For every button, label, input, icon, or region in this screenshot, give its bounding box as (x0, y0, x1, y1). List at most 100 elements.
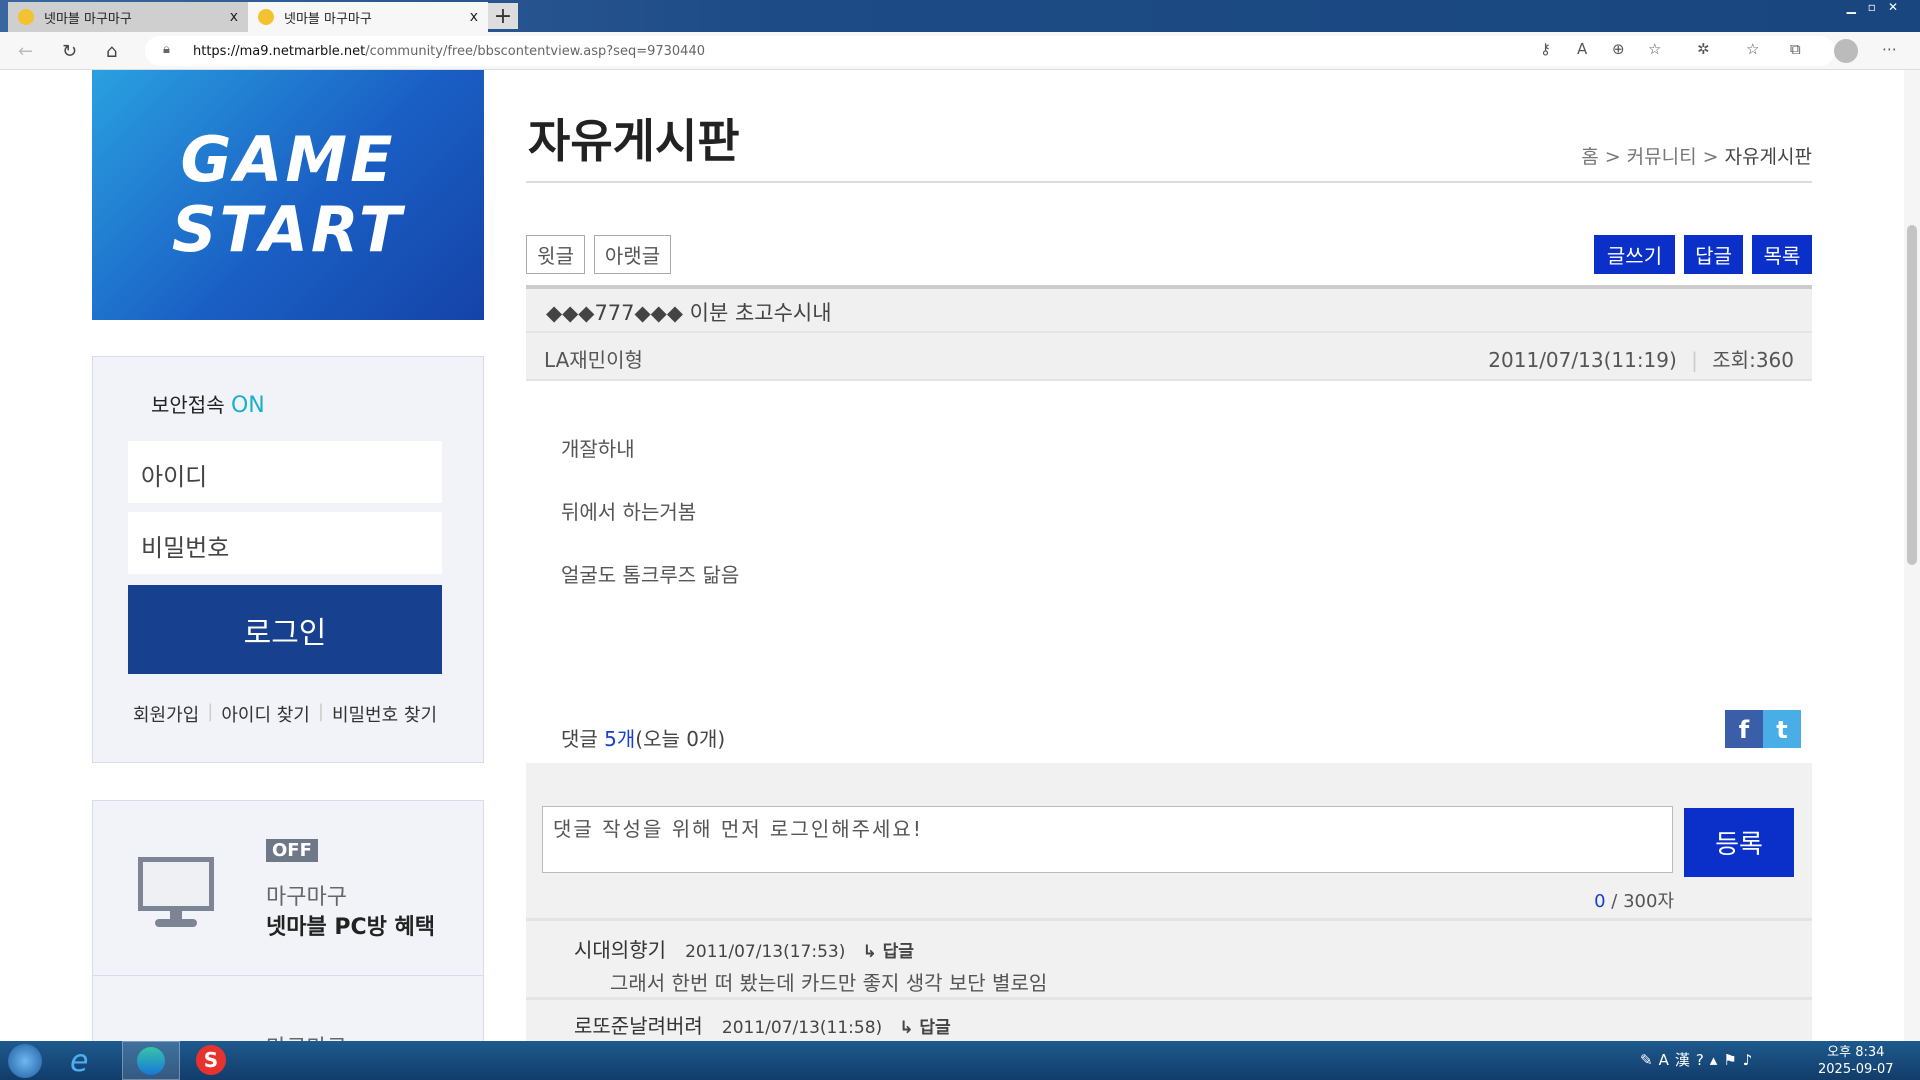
post-author[interactable]: LA재민이형 (544, 348, 643, 372)
list-button[interactable]: 목록 (1752, 235, 1812, 274)
secure-label: 보안접속 (151, 393, 225, 417)
submit-comment-button[interactable]: 등록 (1684, 808, 1794, 877)
comment-reply-link[interactable]: ↳ 답글 (862, 942, 913, 962)
breadcrumb-community[interactable]: 커뮤니티 (1627, 146, 1697, 168)
signup-link[interactable]: 회원가입 (133, 701, 199, 727)
divider (526, 997, 1812, 1000)
login-button[interactable]: 로그인 (128, 585, 442, 674)
char-limit: / 300자 (1611, 891, 1674, 912)
close-tab-icon[interactable]: x (230, 9, 238, 25)
breadcrumb-current[interactable]: 자유게시판 (1725, 146, 1812, 168)
comment-date: 2011/07/13(11:58) (722, 1018, 882, 1038)
next-post-button[interactable]: 아랫글 (594, 235, 671, 274)
window-controls[interactable]: ▁▫✕ (1847, 0, 1910, 14)
comment-item: 시대의향기 2011/07/13(17:53) ↳ 답글 그래서 한번 떠 봤는… (574, 934, 1047, 996)
monitor-icon (138, 857, 214, 911)
post-views: 조회:360 (1712, 348, 1794, 372)
back-icon[interactable]: ← (18, 41, 33, 62)
comment-count-value: 5개 (604, 727, 635, 751)
divider (526, 181, 1812, 183)
post-date: 2011/07/13(11:19) (1488, 348, 1677, 372)
comment-text: 그래서 한번 떠 봤는데 카드만 좋지 생각 보단 별로임 (610, 967, 1047, 996)
comment-author[interactable]: 로또준날려버려 (574, 1014, 703, 1038)
secure-login-label: 보안접속 ON (151, 389, 265, 418)
comment-today: (오늘 0개) (635, 727, 725, 751)
page-title: 자유게시판 (528, 105, 740, 171)
find-id-link[interactable]: 아이디 찾기 (221, 701, 310, 727)
tab-bar: 넷마블 마구마구 x 넷마블 마구마구 x + ▁▫✕ (0, 0, 1920, 32)
divider (526, 918, 1812, 921)
comment-input[interactable]: 댓글 작성을 위해 먼저 로그인해주세요! (542, 806, 1673, 873)
favorite-add-icon[interactable]: ☆ (1648, 40, 1661, 58)
comment-count: 댓글 5개(오늘 0개) (561, 723, 725, 752)
scrollbar-thumb[interactable] (1907, 225, 1917, 565)
new-tab-button[interactable]: + (488, 3, 518, 29)
monitor-base (155, 919, 197, 927)
password-input[interactable]: 비밀번호 (128, 512, 442, 574)
char-count: 0 (1594, 891, 1605, 912)
favorites-icon[interactable]: ☆ (1746, 40, 1759, 58)
zoom-icon[interactable]: ⊕ (1612, 40, 1625, 58)
comment-date: 2011/07/13(17:53) (685, 942, 845, 962)
secure-state[interactable]: ON (231, 393, 265, 418)
app-s-icon[interactable]: S (196, 1045, 226, 1075)
clock-time: 오후 8:34 (1818, 1044, 1894, 1061)
edge-taskbar-button[interactable] (122, 1041, 180, 1080)
tab-title: 넷마블 마구마구 (44, 8, 132, 27)
more-icon[interactable]: ⋯ (1882, 40, 1897, 58)
edge-icon (137, 1047, 165, 1075)
start-button[interactable] (8, 1044, 42, 1078)
char-counter: 0 / 300자 (1594, 887, 1674, 913)
pc-line1: 마구마구 (266, 879, 347, 911)
facebook-share-icon[interactable]: f (1725, 710, 1763, 748)
taskbar: e S ✎A漢?▴⚑♪ 오후 8:342025-09-07 (0, 1041, 1920, 1080)
tab-title: 넷마블 마구마구 (284, 8, 372, 27)
close-tab-icon[interactable]: x (470, 9, 478, 25)
prev-post-button[interactable]: 윗글 (526, 235, 585, 274)
find-password-link[interactable]: 비밀번호 찾기 (332, 701, 437, 727)
url-path: /community/free/bbscontentview.asp?seq=9… (365, 44, 705, 59)
comment-reply-link[interactable]: ↳ 답글 (899, 1018, 950, 1038)
comment-author[interactable]: 시대의향기 (574, 938, 666, 962)
clock[interactable]: 오후 8:342025-09-07 (1818, 1044, 1894, 1078)
id-input[interactable]: 아이디 (128, 441, 442, 503)
tab-1[interactable]: 넷마블 마구마구 x (8, 2, 248, 32)
home-icon[interactable]: ⌂ (106, 41, 117, 62)
collections-icon[interactable]: ⧉ (1790, 40, 1801, 58)
breadcrumb: 홈 > 커뮤니티 > 자유게시판 (1581, 142, 1812, 169)
post-body: 개잘하내 뒤에서 하는거봄 얼굴도 톰크루즈 닮음 (561, 418, 739, 607)
lock-icon: 🔒︎ (163, 42, 170, 57)
account-links: 회원가입| 아이디 찾기| 비밀번호 찾기 (133, 701, 437, 727)
system-tray-icons[interactable]: ✎A漢?▴⚑♪ (1640, 1049, 1758, 1070)
favicon-icon (258, 9, 274, 25)
read-aloud-icon[interactable]: A (1577, 40, 1587, 58)
banner-text: START (172, 195, 404, 265)
url-host: https://ma9.netmarble.net (193, 44, 365, 59)
breadcrumb-home[interactable]: 홈 (1581, 146, 1598, 168)
reply-button[interactable]: 답글 (1684, 235, 1743, 274)
post-line: 얼굴도 톰크루즈 닮음 (561, 544, 739, 607)
address-bar-row: ← ↻ ⌂ 🔒︎ https://ma9.netmarble.net/commu… (0, 32, 1920, 70)
game-start-banner[interactable]: GAME START (92, 70, 484, 320)
profile-avatar[interactable] (1834, 39, 1858, 63)
post-line: 뒤에서 하는거봄 (561, 481, 739, 544)
next-benefit[interactable]: 마구마구 (92, 975, 484, 1045)
ie-icon[interactable]: e (70, 1044, 88, 1079)
pc-line2: 넷마블 PC방 혜택 (266, 909, 435, 941)
scrollbar[interactable] (1904, 70, 1920, 1041)
extensions-icon[interactable]: ✲ (1697, 40, 1710, 58)
favicon-icon (18, 9, 34, 25)
twitter-share-icon[interactable]: t (1763, 710, 1801, 748)
key-icon[interactable]: ⚷ (1540, 40, 1551, 58)
comment-item: 로또준날려버려 2011/07/13(11:58) ↳ 답글 (574, 1010, 951, 1039)
banner-text: GAME (181, 125, 396, 195)
refresh-icon[interactable]: ↻ (62, 41, 77, 62)
pc-status-badge: OFF (266, 839, 318, 862)
post-line: 개잘하내 (561, 418, 739, 481)
post-meta: LA재민이형 2011/07/13(11:19) | 조회:360 (526, 333, 1812, 381)
tab-2[interactable]: 넷마블 마구마구 x (248, 2, 488, 32)
write-button[interactable]: 글쓰기 (1594, 235, 1675, 274)
comment-label: 댓글 (561, 727, 598, 751)
clock-date: 2025-09-07 (1818, 1061, 1894, 1078)
pc-bang-benefit[interactable]: OFF 마구마구 넷마블 PC방 혜택 (92, 800, 484, 976)
